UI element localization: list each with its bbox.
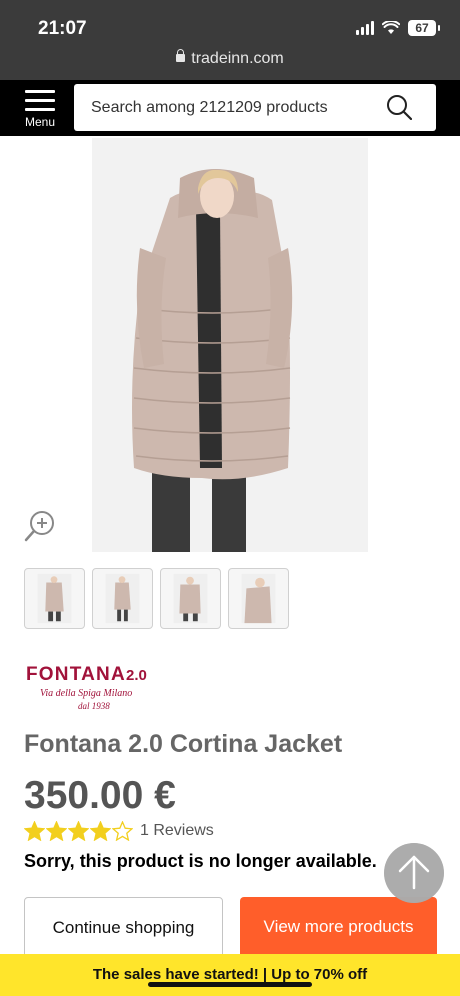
scroll-to-top-icon[interactable] <box>384 843 444 903</box>
star-filled-icon <box>24 821 45 841</box>
star-filled-icon <box>90 821 111 841</box>
home-indicator[interactable] <box>148 982 312 987</box>
svg-text:2.0: 2.0 <box>126 667 147 684</box>
thumbnail-strip <box>24 568 289 629</box>
brand-logo[interactable]: FONTANA 2.0 Via della Spiga Milano dal 1… <box>26 658 176 714</box>
thumbnail-full[interactable] <box>92 568 153 629</box>
continue-shopping-button[interactable]: Continue shopping <box>24 897 223 959</box>
star-empty-icon <box>112 821 133 841</box>
availability-message: Sorry, this product is no longer availab… <box>24 851 377 871</box>
signal-icon <box>356 21 374 35</box>
view-more-products-button[interactable]: View more products <box>240 897 437 959</box>
hamburger-icon <box>20 88 60 111</box>
svg-text:dal 1938: dal 1938 <box>78 701 110 711</box>
zoom-icon[interactable] <box>24 510 56 542</box>
product-price: 350.00 € <box>24 774 176 817</box>
url-text: tradeinn.com <box>191 50 284 67</box>
address-bar[interactable]: tradeinn.com <box>0 49 460 68</box>
search-input[interactable] <box>74 84 364 131</box>
star-filled-icon <box>68 821 89 841</box>
search-box <box>74 84 436 131</box>
thumbnail-front[interactable] <box>24 568 85 629</box>
search-icon[interactable] <box>386 94 412 120</box>
clock: 21:07 <box>38 18 87 39</box>
lock-icon <box>176 49 186 62</box>
promo-banner[interactable]: The sales have started! | Up to 70% off <box>0 954 460 996</box>
product-title: Fontana 2.0 Cortina Jacket <box>24 730 343 758</box>
thumbnail-side[interactable] <box>228 568 289 629</box>
menu-button[interactable]: Menu <box>20 88 60 132</box>
status-bar: 21:07 67 tradeinn.com <box>0 0 460 80</box>
svg-text:Via della Spiga Milano: Via della Spiga Milano <box>40 688 132 699</box>
menu-label: Menu <box>24 115 56 129</box>
star-filled-icon <box>46 821 67 841</box>
reviews-count[interactable]: 1 Reviews <box>140 822 214 840</box>
rating[interactable]: 1 Reviews <box>24 821 214 841</box>
status-icons: 67 <box>356 20 440 36</box>
thumbnail-hood[interactable] <box>160 568 221 629</box>
wifi-icon <box>382 21 400 34</box>
star-rating <box>24 821 134 841</box>
product-image[interactable] <box>92 138 368 552</box>
site-header: Menu <box>0 80 460 136</box>
svg-text:FONTANA: FONTANA <box>26 664 126 685</box>
battery-indicator: 67 <box>408 20 440 36</box>
